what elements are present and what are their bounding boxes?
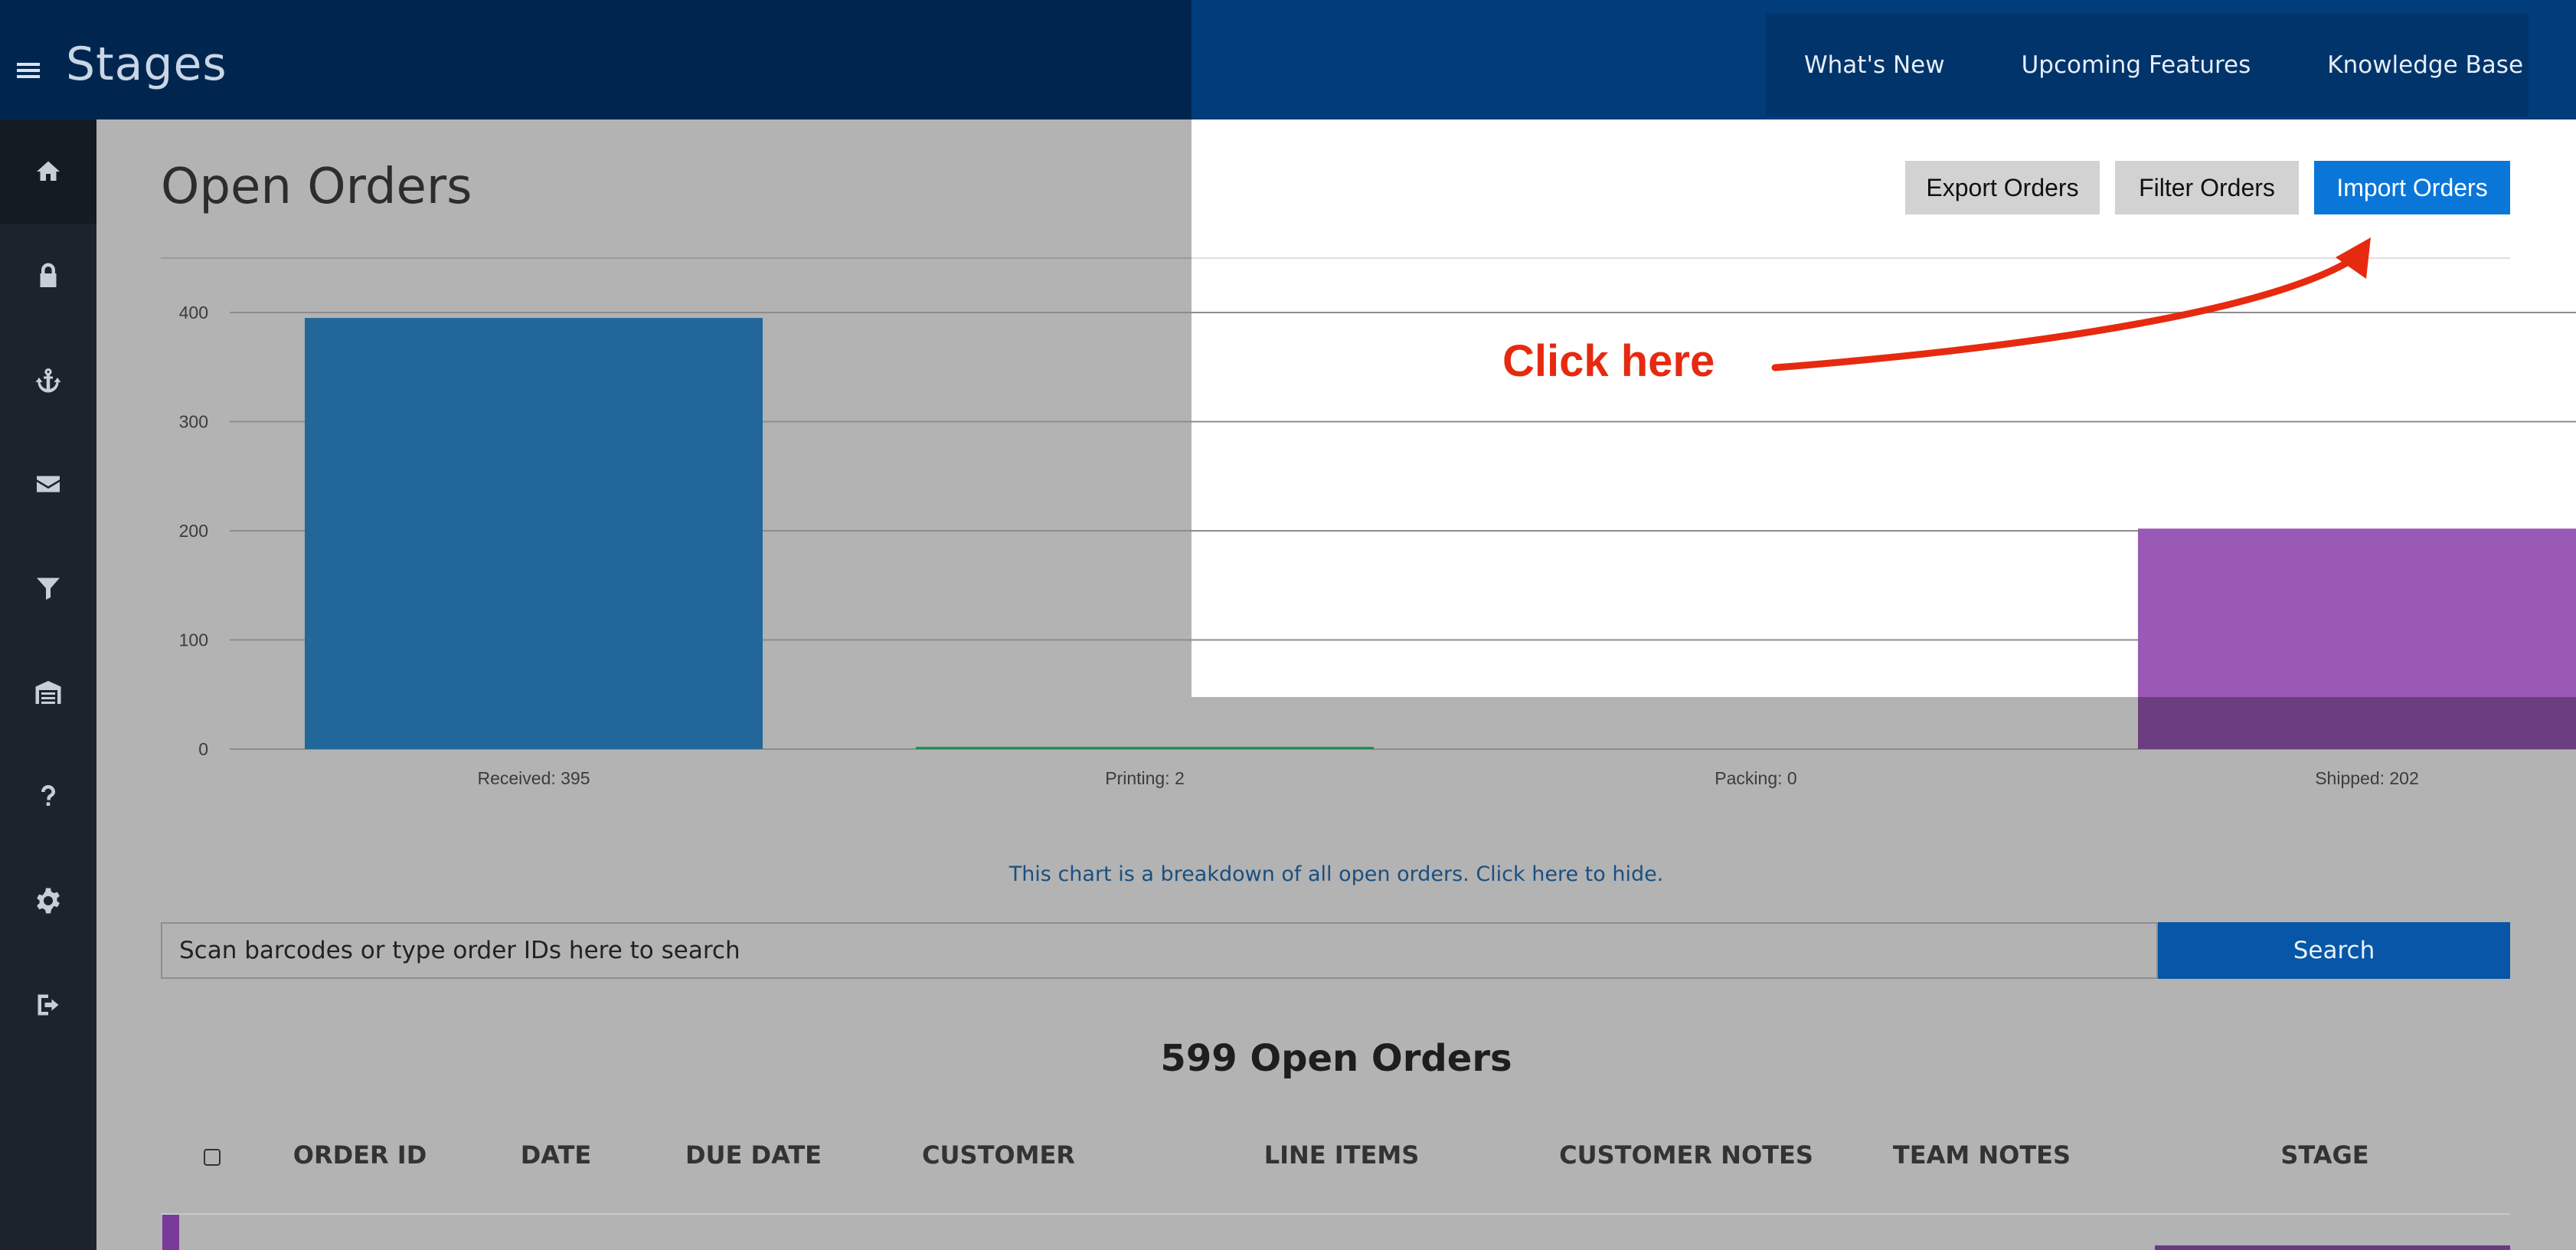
export-orders-button[interactable]: Export Orders (1905, 161, 2100, 214)
filter-orders-button[interactable]: Filter Orders (2115, 161, 2299, 214)
sidebar-item-home[interactable] (0, 119, 96, 224)
column-customer-notes[interactable]: CUSTOMER NOTES (1559, 1134, 1813, 1176)
chart-y-tick-label: 100 (179, 630, 208, 650)
chart-bar (305, 318, 763, 749)
page-title: Open Orders (161, 159, 472, 215)
gear-icon (37, 888, 60, 914)
sign-out-icon (38, 994, 59, 1016)
column-stage[interactable]: STAGE (2280, 1134, 2368, 1176)
search-input[interactable] (161, 922, 2158, 979)
chart-x-label: Packing: 0 (1715, 768, 1796, 788)
nav-upcoming-features[interactable]: Upcoming Features (1983, 51, 2290, 79)
nav-whats-new[interactable]: What's New (1766, 51, 1983, 79)
chart-y-tick-label: 400 (179, 303, 208, 322)
column-date[interactable]: DATE (521, 1134, 592, 1176)
row-stage-badge (2155, 1245, 2510, 1250)
chart-x-label: Shipped: 202 (2315, 768, 2419, 788)
column-team-notes[interactable]: TEAM NOTES (1893, 1134, 2071, 1176)
column-line-items[interactable]: LINE ITEMS (1264, 1134, 1420, 1176)
chart-hide-link[interactable]: This chart is a breakdown of all open or… (0, 862, 2576, 886)
divider (1192, 257, 2510, 259)
open-orders-count: 599 Open Orders (1160, 1037, 1512, 1080)
chart-x-label: Received: 395 (477, 768, 590, 788)
row-stage-marker (162, 1215, 179, 1250)
menu-icon[interactable] (17, 63, 40, 78)
app-title: Stages (66, 38, 227, 91)
chart-y-tick-label: 0 (198, 739, 208, 759)
orders-chart: 0 100 200 300 400 Received: 395 Printing: 2 Pac… (179, 303, 2576, 788)
callout-text: Click here (1502, 336, 1715, 386)
top-nav: What's New Upcoming Features Knowledge B… (1766, 14, 2529, 116)
import-orders-button[interactable]: Import Orders (2314, 161, 2510, 214)
chart-x-label: Printing: 2 (1105, 768, 1185, 788)
nav-knowledge-base[interactable]: Knowledge Base (2289, 51, 2561, 79)
column-customer[interactable]: CUSTOMER (922, 1134, 1075, 1176)
column-order-id[interactable]: ORDER ID (293, 1134, 427, 1176)
chart-y-tick-label: 300 (179, 412, 208, 432)
home-icon (37, 161, 60, 181)
column-due-date[interactable]: DUE DATE (685, 1134, 822, 1176)
chart-y-tick-label: 200 (179, 521, 208, 541)
chart-bar (916, 747, 1374, 749)
chart-bar-shade (2138, 697, 2576, 749)
table-header: ORDER ID DATE DUE DATE CUSTOMER LINE ITE… (0, 1134, 2576, 1180)
search-button[interactable]: Search (2158, 922, 2510, 979)
